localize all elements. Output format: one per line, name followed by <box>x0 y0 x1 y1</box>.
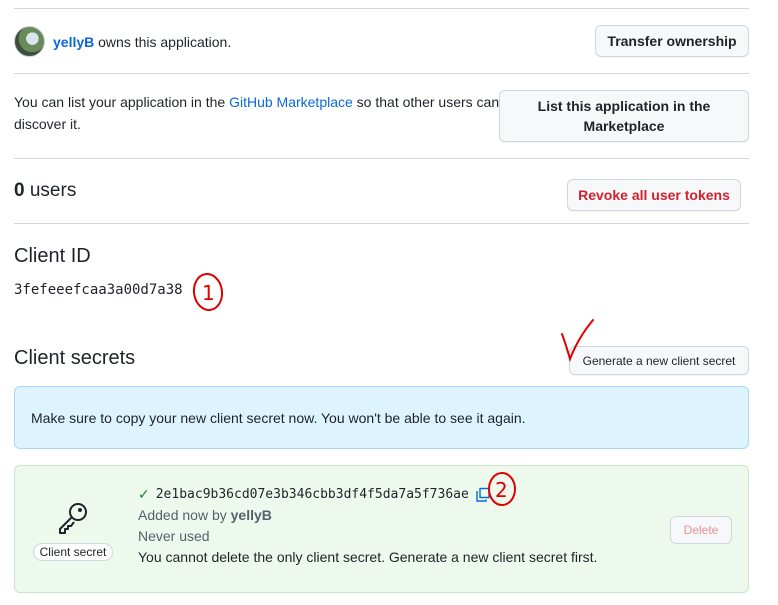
copy-icon[interactable] <box>475 487 491 503</box>
client-id-value: 3fefeeefcaa3a00d7a38 <box>14 282 183 298</box>
annotation-mark-1: 1 <box>202 281 215 305</box>
list-button-line2: Marketplace <box>583 118 665 134</box>
transfer-ownership-button[interactable]: Transfer ownership <box>595 25 749 57</box>
divider-3 <box>14 223 749 224</box>
flash-notice: Make sure to copy your new client secret… <box>14 386 749 449</box>
avatar[interactable] <box>14 26 45 57</box>
users-count-heading: 0 users <box>14 180 76 202</box>
divider-top <box>14 8 749 9</box>
usage-line: Never used <box>138 528 210 544</box>
owner-suffix-text: owns this application. <box>98 33 232 50</box>
added-by-prefix: Added now by <box>138 507 231 523</box>
delete-note: You cannot delete the only client secret… <box>138 549 598 565</box>
owner-row: yellyB owns this application. <box>14 26 231 57</box>
annotation-circle-1: 1 <box>192 273 224 311</box>
secret-details: ✓ 2e1bac9b36cd07e3b346cbb3df4f5da7a5f736… <box>138 484 597 568</box>
list-in-marketplace-button[interactable]: List this application in the Marketplace <box>499 90 749 142</box>
client-secret-badge: Client secret <box>32 543 114 561</box>
delete-secret-button[interactable]: Delete <box>670 516 732 544</box>
client-secret-card: Client secret ✓ 2e1bac9b36cd07e3b346cbb3… <box>14 465 749 593</box>
secret-key-block: Client secret <box>31 500 115 561</box>
revoke-all-user-tokens-button[interactable]: Revoke all user tokens <box>567 179 741 211</box>
marketplace-description: You can list your application in the Git… <box>14 91 504 135</box>
check-icon: ✓ <box>138 486 150 502</box>
client-secret-value: 2e1bac9b36cd07e3b346cbb3df4f5da7a5f736ae <box>155 487 469 502</box>
owner-username-link[interactable]: yellyB <box>53 34 94 50</box>
added-by-user: yellyB <box>230 507 272 523</box>
marketplace-text-before: You can list your application in the <box>14 94 230 110</box>
generate-client-secret-button[interactable]: Generate a new client secret <box>569 346 749 375</box>
client-id-title: Client ID <box>14 245 91 267</box>
divider-1 <box>14 73 749 74</box>
list-button-line1: List this application in the <box>537 98 711 114</box>
client-secrets-title: Client secrets <box>14 347 136 369</box>
flash-message: Make sure to copy your new client secret… <box>31 409 526 426</box>
users-label: users <box>29 180 77 201</box>
github-marketplace-link[interactable]: GitHub Marketplace <box>229 94 353 110</box>
key-icon <box>59 503 87 534</box>
users-count: 0 <box>14 180 25 201</box>
added-by-line: Added now by yellyB <box>138 505 597 526</box>
divider-2 <box>14 158 749 159</box>
